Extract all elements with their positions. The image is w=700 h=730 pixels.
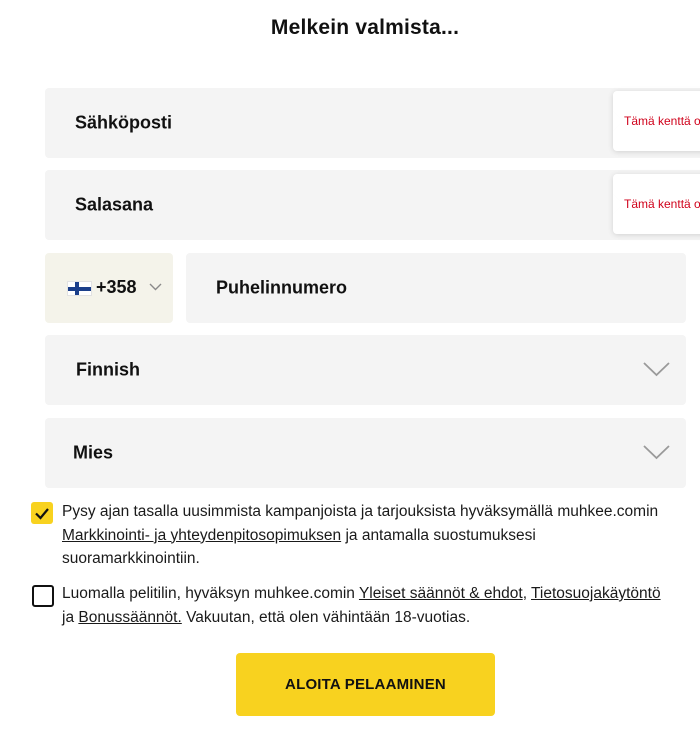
- terms-comma: ,: [522, 585, 532, 602]
- terms-consent-before: Luomalla pelitilin, hyväksyn muhkee.comi…: [62, 585, 359, 602]
- email-field[interactable]: Sähköposti: [45, 88, 700, 158]
- terms-link[interactable]: Yleiset säännöt & ehdot: [359, 585, 523, 602]
- chevron-down-icon: [643, 445, 670, 460]
- email-error-tooltip: Tämä kenttä on pakollinen: [613, 91, 700, 151]
- terms-consent-after: Vakuutan, että olen vähintään 18-vuotias…: [181, 608, 471, 626]
- page-title: Melkein valmista...: [270, 16, 460, 39]
- start-playing-button[interactable]: ALOITA PELAAMINEN: [236, 653, 495, 716]
- country-code-select[interactable]: +358: [45, 253, 173, 323]
- password-field[interactable]: Salasana: [45, 170, 700, 240]
- password-label: Salasana: [75, 194, 154, 215]
- phone-number-field[interactable]: Puhelinnumero: [186, 253, 686, 323]
- marketing-consent-checkbox[interactable]: [31, 502, 53, 524]
- marketing-agreement-link[interactable]: Markkinointi- ja yhteydenpitosopimuksen: [62, 527, 341, 544]
- marketing-consent-line1: Pysy ajan tasalla uusimmista kampanjoist…: [62, 503, 659, 520]
- terms-consent-checkbox[interactable]: [32, 585, 54, 607]
- chevron-down-icon: [149, 283, 162, 291]
- gender-select[interactable]: Mies: [45, 418, 686, 488]
- marketing-consent-text: Pysy ajan tasalla uusimmista kampanjoist…: [62, 500, 700, 571]
- marketing-consent-after-link: ja antamalla suostumuksesi: [341, 526, 536, 544]
- terms-consent-text: Luomalla pelitilin, hyväksyn muhkee.comi…: [62, 582, 700, 629]
- terms-ja: ja: [62, 608, 79, 626]
- language-value: Finnish: [76, 359, 140, 380]
- language-select[interactable]: Finnish: [45, 335, 686, 405]
- email-label: Sähköposti: [75, 112, 173, 133]
- privacy-link[interactable]: Tietosuojakäytöntö: [531, 585, 661, 602]
- password-error-tooltip: Tämä kenttä on pakollinen: [613, 174, 700, 234]
- email-error-text: Tämä kenttä on pakollinen: [624, 114, 700, 128]
- gender-value: Mies: [73, 442, 114, 463]
- bonus-rules-link[interactable]: Bonussäännöt.: [78, 609, 181, 626]
- marketing-consent-line3: suoramarkkinointiin.: [62, 550, 200, 567]
- password-error-text: Tämä kenttä on pakollinen: [624, 197, 700, 211]
- country-code-value: +358: [96, 277, 137, 297]
- finland-flag-icon: [67, 281, 92, 296]
- check-icon: [35, 508, 49, 520]
- phone-number-label: Puhelinnumero: [216, 277, 348, 298]
- chevron-down-icon: [643, 362, 670, 377]
